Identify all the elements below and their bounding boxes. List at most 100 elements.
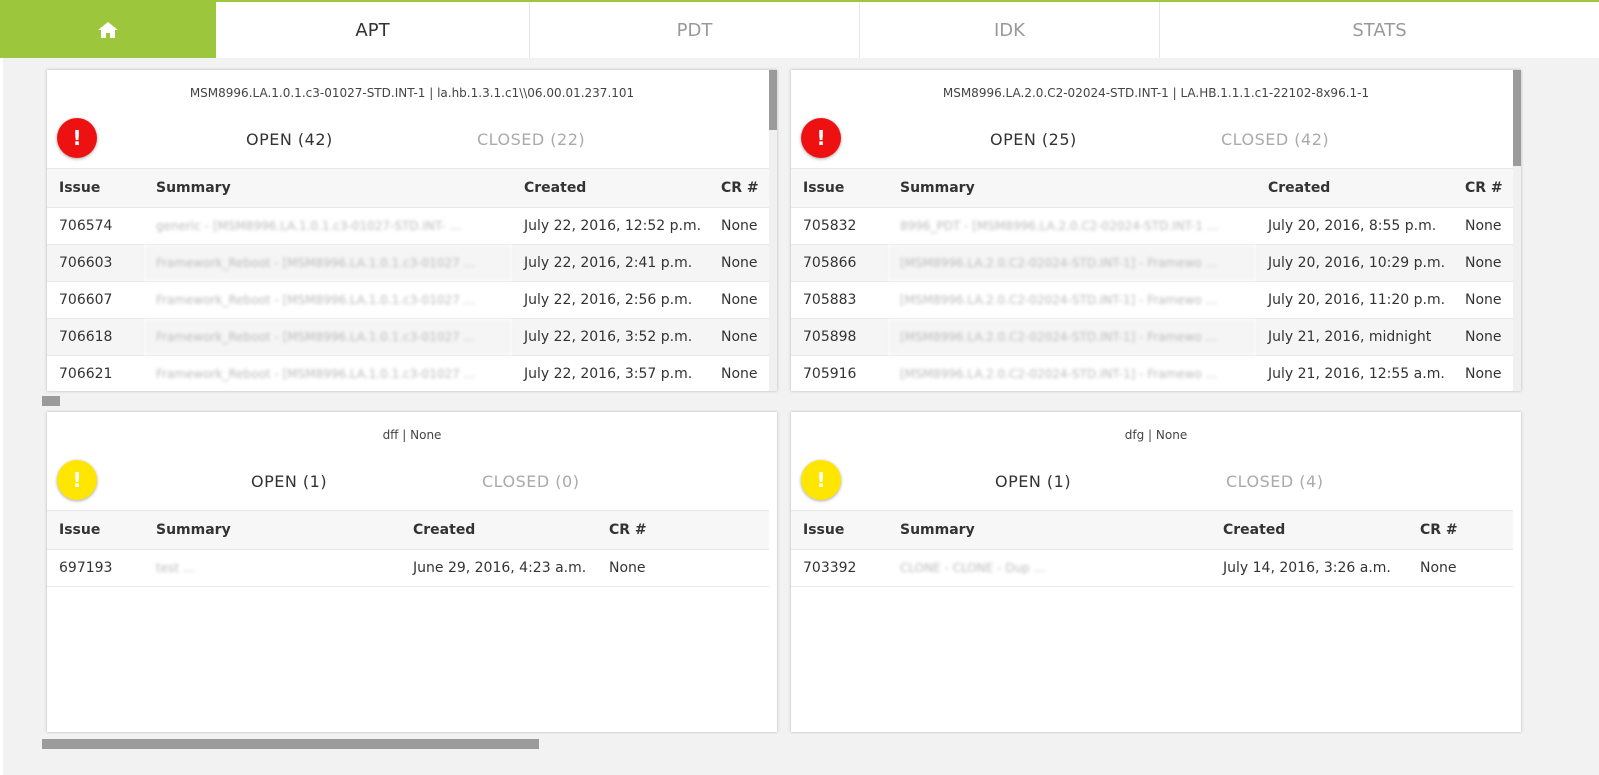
scrollbar-thumb[interactable] [1513,70,1521,166]
horizontal-scrollbar[interactable] [42,739,1532,749]
table-row[interactable]: 706607 Framework_Reboot - [MSM8996.LA.1.… [47,281,769,319]
issue-summary[interactable]: Framework_Reboot - [MSM8996.LA.1.0.1.c3-… [144,355,512,391]
issue-summary[interactable]: Framework_Reboot - [MSM8996.LA.1.0.1.c3-… [144,318,512,356]
col-summary[interactable]: Summary [144,510,401,550]
panel-title: MSM8996.LA.1.0.1.c3-01027-STD.INT-1 | la… [189,86,635,100]
issue-id[interactable]: 706603 [47,244,144,282]
issue-id[interactable]: 705916 [791,355,888,391]
col-summary[interactable]: Summary [888,510,1211,550]
exclamation-icon: ! [801,460,841,500]
scrollbar-thumb[interactable] [42,739,539,749]
col-issue[interactable]: Issue [791,510,888,550]
issue-created: July 20, 2016, 8:55 p.m. [1256,207,1453,245]
vertical-scrollbar[interactable] [1513,70,1521,391]
table-row[interactable]: 705866 [MSM8996.LA.2.0.C2-02024-STD.INT-… [791,244,1513,282]
issue-cr: None [709,318,769,356]
table-row[interactable]: 706621 Framework_Reboot - [MSM8996.LA.1.… [47,355,769,391]
tab-closed[interactable]: CLOSED (42) [1221,130,1329,149]
tab-open[interactable]: OPEN (1) [995,472,1071,491]
issues-table: Issue Summary Created CR # 703392 CLONE … [791,510,1513,587]
issue-id[interactable]: 706574 [47,207,144,245]
col-created[interactable]: Created [401,510,597,550]
issue-created: July 21, 2016, 12:55 a.m. [1256,355,1453,391]
scrollbar-thumb[interactable] [769,70,777,130]
col-created[interactable]: Created [1256,168,1453,208]
issue-summary[interactable]: test ... [144,549,401,587]
issue-summary[interactable]: [MSM8996.LA.2.0.C2-02024-STD.INT-1] - Fr… [888,244,1256,282]
tab-closed[interactable]: CLOSED (22) [477,130,585,149]
col-summary[interactable]: Summary [888,168,1256,208]
issue-summary[interactable]: generic - [MSM8996.LA.1.0.1.c3-01027-STD… [144,207,512,245]
tab-apt[interactable]: APT [216,2,530,58]
issue-cr: None [1408,549,1513,587]
horizontal-scrollbar[interactable] [42,396,1532,406]
table-row[interactable]: 705898 [MSM8996.LA.2.0.C2-02024-STD.INT-… [791,318,1513,356]
issue-created: July 22, 2016, 3:52 p.m. [512,318,709,356]
issue-id[interactable]: 705866 [791,244,888,282]
issue-id[interactable]: 705883 [791,281,888,319]
issue-created: July 20, 2016, 11:20 p.m. [1256,281,1453,319]
col-issue[interactable]: Issue [47,510,144,550]
issue-summary[interactable]: 8996_PDT - [MSM8996.LA.2.0.C2-02024-STD.… [888,207,1256,245]
col-cr[interactable]: CR # [709,168,769,208]
table-row[interactable]: 706618 Framework_Reboot - [MSM8996.LA.1.… [47,318,769,356]
issue-id[interactable]: 703392 [791,549,888,587]
top-nav: APT PDT IDK STATS [0,0,1599,58]
table-header: Issue Summary Created CR # [791,168,1513,208]
tab-open[interactable]: OPEN (42) [246,130,333,149]
issues-table: Issue Summary Created CR # 697193 test .… [47,510,769,587]
panel-title: dfg | None [1124,428,1188,442]
issue-cr: None [709,244,769,282]
issue-summary[interactable]: CLONE - CLONE - Dup ... [888,549,1211,587]
issue-cr: None [1453,318,1513,356]
issue-id[interactable]: 705898 [791,318,888,356]
issue-summary[interactable]: Framework_Reboot - [MSM8996.LA.1.0.1.c3-… [144,244,512,282]
build-panel: dff | None ! OPEN (1) CLOSED (0) Issue S… [47,412,777,732]
table-row[interactable]: 697193 test ... June 29, 2016, 4:23 a.m.… [47,549,769,587]
panel-title: dff | None [382,428,442,442]
issue-summary[interactable]: [MSM8996.LA.2.0.C2-02024-STD.INT-1] - Fr… [888,355,1256,391]
col-created[interactable]: Created [512,168,709,208]
col-issue[interactable]: Issue [791,168,888,208]
tab-open[interactable]: OPEN (25) [990,130,1077,149]
tab-closed[interactable]: CLOSED (0) [482,472,579,491]
tab-open[interactable]: OPEN (1) [251,472,327,491]
issue-id[interactable]: 697193 [47,549,144,587]
col-summary[interactable]: Summary [144,168,512,208]
table-header: Issue Summary Created CR # [47,168,769,208]
issue-summary[interactable]: Framework_Reboot - [MSM8996.LA.1.0.1.c3-… [144,281,512,319]
issue-id[interactable]: 706618 [47,318,144,356]
issue-cr: None [709,207,769,245]
col-created[interactable]: Created [1211,510,1408,550]
table-header: Issue Summary Created CR # [47,510,769,550]
issues-table: Issue Summary Created CR # 706574 generi… [47,168,769,391]
vertical-scrollbar[interactable] [769,70,777,391]
col-issue[interactable]: Issue [47,168,144,208]
col-cr[interactable]: CR # [597,510,769,550]
tab-closed[interactable]: CLOSED (4) [1226,472,1323,491]
issue-id[interactable]: 706621 [47,355,144,391]
table-row[interactable]: 705916 [MSM8996.LA.2.0.C2-02024-STD.INT-… [791,355,1513,391]
table-row[interactable]: 703392 CLONE - CLONE - Dup ... July 14, … [791,549,1513,587]
tab-idk[interactable]: IDK [860,2,1160,58]
col-cr[interactable]: CR # [1408,510,1513,550]
build-panel: dfg | None ! OPEN (1) CLOSED (4) Issue S… [791,412,1521,732]
issue-created: July 14, 2016, 3:26 a.m. [1211,549,1408,587]
tab-stats[interactable]: STATS [1160,2,1599,58]
tab-pdt[interactable]: PDT [530,2,860,58]
table-row[interactable]: 706603 Framework_Reboot - [MSM8996.LA.1.… [47,244,769,282]
panel-title: MSM8996.LA.2.0.C2-02024-STD.INT-1 | LA.H… [942,86,1370,100]
table-row[interactable]: 706574 generic - [MSM8996.LA.1.0.1.c3-01… [47,207,769,245]
scrollbar-thumb[interactable] [42,396,60,406]
col-cr[interactable]: CR # [1453,168,1513,208]
tab-home[interactable] [0,2,216,58]
table-row[interactable]: 705832 8996_PDT - [MSM8996.LA.2.0.C2-020… [791,207,1513,245]
issue-summary[interactable]: [MSM8996.LA.2.0.C2-02024-STD.INT-1] - Fr… [888,318,1256,356]
table-row[interactable]: 705883 [MSM8996.LA.2.0.C2-02024-STD.INT-… [791,281,1513,319]
issue-summary[interactable]: [MSM8996.LA.2.0.C2-02024-STD.INT-1] - Fr… [888,281,1256,319]
issue-id[interactable]: 705832 [791,207,888,245]
issue-cr: None [1453,244,1513,282]
issue-created: July 22, 2016, 2:41 p.m. [512,244,709,282]
issue-cr: None [709,355,769,391]
issue-id[interactable]: 706607 [47,281,144,319]
